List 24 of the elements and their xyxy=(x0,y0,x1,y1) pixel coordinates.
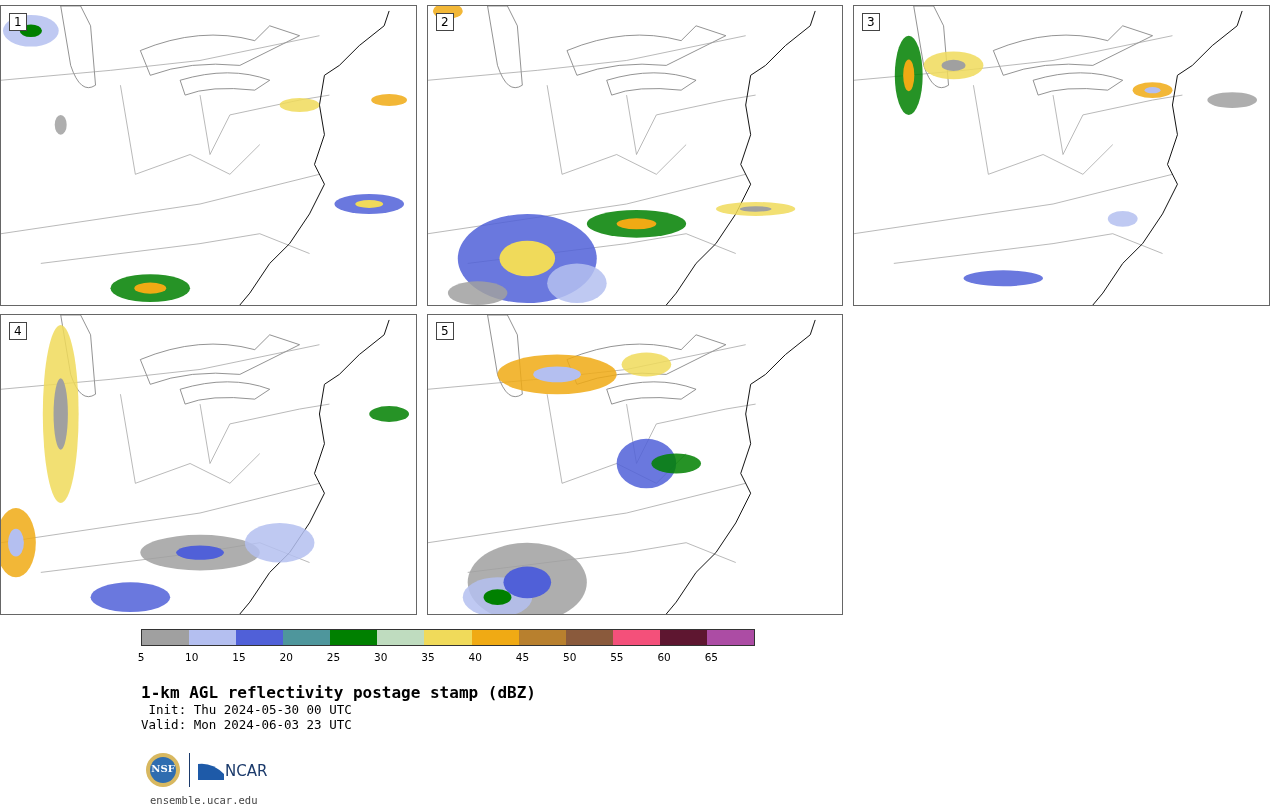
tick-label: 55 xyxy=(610,651,624,663)
website-text: ensemble.ucar.edu xyxy=(150,794,259,806)
tick-label: 20 xyxy=(279,651,293,663)
tick-label: 5 xyxy=(137,651,145,663)
panel-number: 5 xyxy=(436,322,454,340)
tick-label: 60 xyxy=(657,651,671,663)
tick-label: 35 xyxy=(421,651,435,663)
panel-number: 4 xyxy=(9,322,27,340)
init-time: Init: Thu 2024-05-30 00 UTC xyxy=(147,702,353,717)
tick-label: 10 xyxy=(185,651,199,663)
ncar-logo: NCAR xyxy=(198,760,268,780)
tick-label: 45 xyxy=(515,651,530,663)
tick-label: 65 xyxy=(704,651,719,663)
panel-number: 3 xyxy=(862,13,880,31)
panel-number: 1 xyxy=(9,13,27,31)
nsf-logo: NSF xyxy=(145,752,181,788)
valid-time: Valid: Mon 2024-06-03 23 UTC xyxy=(141,717,353,732)
tick-label: 40 xyxy=(468,651,482,663)
tick-label: 50 xyxy=(562,651,577,663)
tick-label: 25 xyxy=(326,651,341,663)
tick-label: 30 xyxy=(374,651,388,663)
tick-label: 15 xyxy=(232,651,246,663)
panel-number: 2 xyxy=(436,13,454,31)
chart-title: 1-km AGL reflectivity postage stamp (dBZ) xyxy=(141,683,537,702)
